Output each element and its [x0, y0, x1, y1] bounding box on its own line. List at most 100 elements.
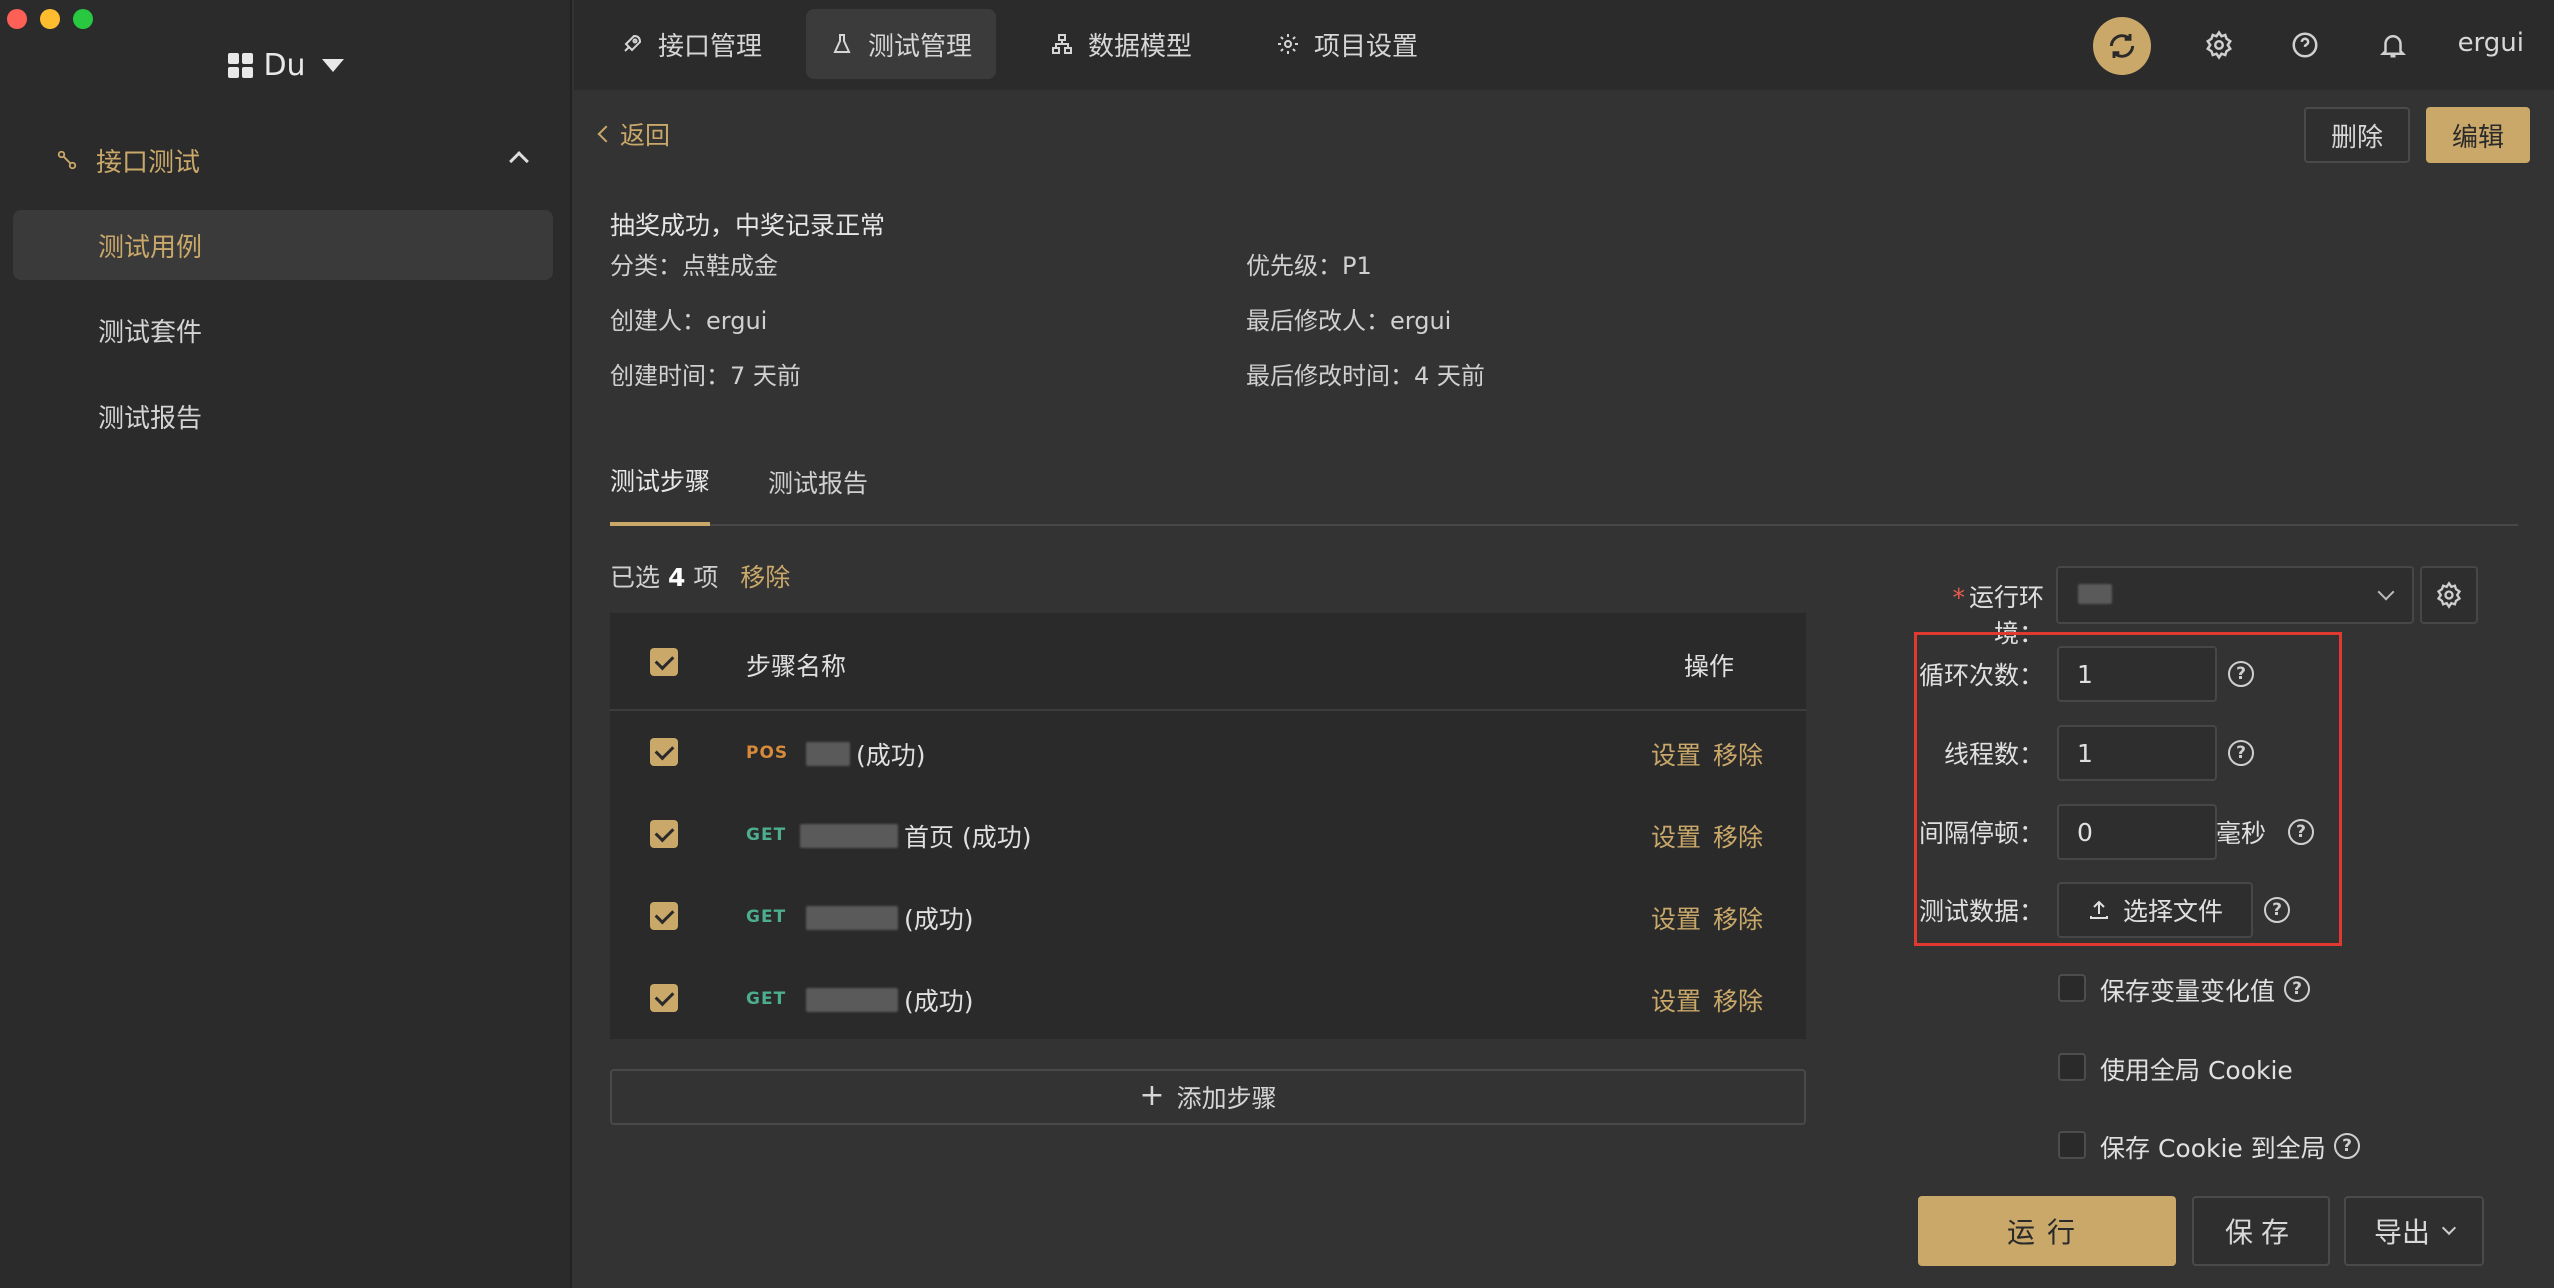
- plus-icon: +: [1139, 1077, 1165, 1113]
- flask-icon: [833, 34, 851, 53]
- row-actions: 设置 移除: [1651, 818, 1763, 854]
- set-link[interactable]: 设置: [1651, 818, 1701, 854]
- env-select[interactable]: [2056, 566, 2414, 624]
- top-nav: 接口管理 测试管理 数据模型 项目设置 ergui: [574, 0, 2554, 90]
- table-row[interactable]: GET (成功) 设置 移除: [610, 957, 1806, 1039]
- table-header: 步骤名称 操作: [610, 613, 1806, 711]
- redacted-text: [806, 906, 898, 930]
- set-link[interactable]: 设置: [1651, 736, 1701, 772]
- case-priority: 优先级：P1: [1246, 252, 1372, 280]
- remove-link[interactable]: 移除: [1713, 982, 1763, 1018]
- save-cookie-checkbox[interactable]: [2058, 1131, 2086, 1159]
- add-step-label: 添加步骤: [1176, 1084, 1277, 1113]
- row-checkbox[interactable]: [650, 902, 678, 930]
- save-var-checkbox[interactable]: [2058, 974, 2086, 1002]
- help-icon[interactable]: ?: [2284, 976, 2310, 1002]
- sidebar: Du 接口测试 测试用例 测试套件 测试报告: [0, 0, 572, 1288]
- help-icon[interactable]: ?: [2228, 740, 2254, 766]
- bell-icon[interactable]: [2378, 30, 2408, 60]
- row-actions: 设置 移除: [1651, 736, 1763, 772]
- row-checkbox[interactable]: [650, 820, 678, 848]
- delete-button[interactable]: 删除: [2304, 107, 2410, 163]
- choose-file-button[interactable]: 选择文件: [2057, 882, 2253, 938]
- remove-link[interactable]: 移除: [1713, 900, 1763, 936]
- method-badge: GET: [746, 989, 787, 1009]
- upload-icon: [2089, 900, 2108, 919]
- detail-tabs: 测试步骤 测试报告: [610, 462, 2518, 526]
- tab-api-management[interactable]: 接口管理: [596, 9, 786, 79]
- set-link[interactable]: 设置: [1651, 982, 1701, 1018]
- sidebar-item-label: 测试报告: [98, 403, 203, 434]
- data-label: 测试数据：: [1918, 897, 2044, 926]
- global-cookie-checkbox[interactable]: [2058, 1053, 2086, 1081]
- env-settings-button[interactable]: [2420, 566, 2478, 624]
- sidebar-item-label: 测试套件: [98, 317, 203, 348]
- redacted-text: [806, 742, 850, 766]
- add-step-button[interactable]: + 添加步骤: [610, 1069, 1806, 1125]
- step-name[interactable]: 首页 (成功): [800, 818, 1031, 854]
- tab-test-report[interactable]: 测试报告: [768, 464, 868, 528]
- tab-label: 项目设置: [1314, 31, 1419, 62]
- help-icon[interactable]: [2290, 30, 2320, 60]
- remove-link[interactable]: 移除: [1713, 818, 1763, 854]
- method-badge: POS: [746, 743, 789, 763]
- window-controls: [7, 9, 93, 29]
- help-icon[interactable]: ?: [2288, 819, 2314, 845]
- edit-button[interactable]: 编辑: [2426, 107, 2530, 163]
- close-window-button[interactable]: [7, 9, 27, 29]
- row-actions: 设置 移除: [1651, 900, 1763, 936]
- username[interactable]: ergui: [2458, 28, 2524, 58]
- chevron-down-icon: [2441, 1220, 2457, 1236]
- tab-project-settings[interactable]: 项目设置: [1252, 9, 1442, 79]
- remove-link[interactable]: 移除: [1713, 736, 1763, 772]
- settings-icon[interactable]: [2204, 30, 2234, 60]
- help-icon[interactable]: ?: [2264, 897, 2290, 923]
- step-name[interactable]: (成功): [806, 900, 974, 936]
- back-link[interactable]: 返回: [597, 116, 670, 152]
- tab-data-model[interactable]: 数据模型: [1026, 9, 1216, 79]
- table-row[interactable]: POS (成功) 设置 移除: [610, 711, 1806, 793]
- interval-input[interactable]: 0: [2057, 804, 2217, 860]
- row-checkbox[interactable]: [650, 738, 678, 766]
- loop-label: 循环次数：: [1918, 661, 2044, 690]
- export-button[interactable]: 导出: [2344, 1196, 2484, 1266]
- step-name[interactable]: (成功): [806, 982, 974, 1018]
- workspace-switcher[interactable]: Du: [0, 48, 572, 83]
- method-badge: GET: [746, 825, 787, 845]
- case-category: 分类：点鞋成金: [610, 252, 778, 280]
- help-icon[interactable]: ?: [2228, 661, 2254, 687]
- sidebar-item-test-reports[interactable]: 测试报告: [13, 381, 553, 451]
- tab-test-steps[interactable]: 测试步骤: [610, 462, 710, 526]
- save-button[interactable]: 保存: [2192, 1196, 2330, 1266]
- table-row[interactable]: GET (成功) 设置 移除: [610, 875, 1806, 957]
- step-name[interactable]: (成功): [806, 736, 926, 772]
- model-icon: [1052, 34, 1072, 54]
- thread-label: 线程数：: [1943, 740, 2044, 769]
- gear-icon: [2436, 581, 2462, 609]
- remove-selected-link[interactable]: 移除: [740, 563, 790, 592]
- loop-count-input[interactable]: 1: [2057, 646, 2217, 702]
- method-badge: GET: [746, 907, 787, 927]
- grid-icon: [228, 53, 254, 78]
- minimize-window-button[interactable]: [40, 9, 60, 29]
- sidebar-group-api-test[interactable]: 接口测试: [56, 140, 529, 180]
- sync-button[interactable]: [2093, 17, 2151, 75]
- maximize-window-button[interactable]: [73, 9, 93, 29]
- case-modifier: 最后修改人：ergui: [1246, 307, 1452, 335]
- sidebar-item-test-cases[interactable]: 测试用例: [13, 210, 553, 280]
- save-cookie-label: 保存 Cookie 到全局: [2100, 1134, 2326, 1163]
- tab-label: 数据模型: [1088, 31, 1193, 62]
- case-title: 抽奖成功，中奖记录正常: [610, 211, 886, 240]
- set-link[interactable]: 设置: [1651, 900, 1701, 936]
- run-button[interactable]: 运行: [1918, 1196, 2176, 1266]
- row-checkbox[interactable]: [650, 984, 678, 1012]
- select-all-checkbox[interactable]: [650, 648, 678, 676]
- tab-label: 测试管理: [868, 31, 973, 62]
- export-label: 导出: [2373, 1216, 2430, 1249]
- sidebar-item-test-suites[interactable]: 测试套件: [13, 295, 553, 365]
- save-var-label: 保存变量变化值: [2100, 977, 2276, 1006]
- tab-test-management[interactable]: 测试管理: [806, 9, 997, 79]
- table-row[interactable]: GET 首页 (成功) 设置 移除: [610, 793, 1806, 875]
- thread-count-input[interactable]: 1: [2057, 725, 2217, 781]
- help-icon[interactable]: ?: [2334, 1133, 2360, 1159]
